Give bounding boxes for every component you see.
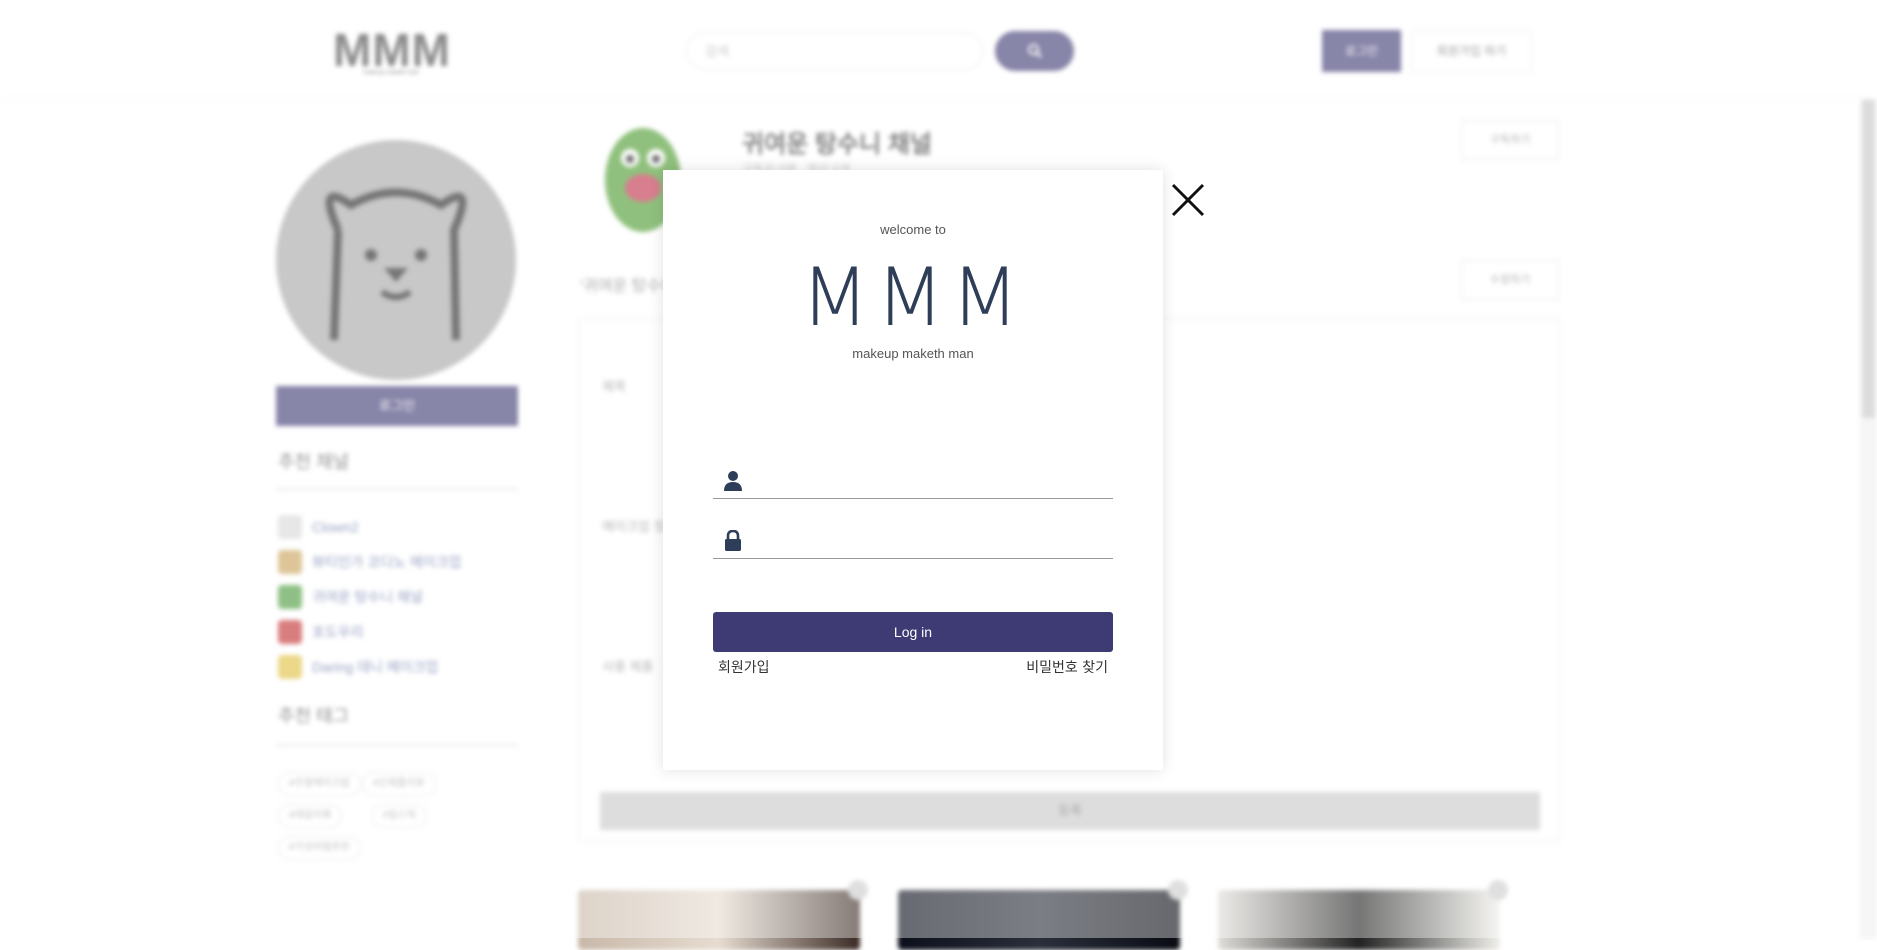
login-modal: welcome to MMM makeup maketh man Log in … — [663, 170, 1163, 770]
password-input[interactable] — [753, 522, 1113, 558]
username-input[interactable] — [753, 462, 1113, 498]
user-icon — [724, 471, 742, 491]
password-field[interactable] — [713, 522, 1113, 559]
find-password-link[interactable]: 비밀번호 찾기 — [1026, 657, 1108, 677]
modal-logo: MMM — [800, 251, 1026, 344]
modal-tagline: makeup maketh man — [852, 346, 974, 361]
login-button[interactable]: Log in — [713, 612, 1113, 652]
welcome-text: welcome to — [880, 222, 946, 237]
username-field[interactable] — [713, 462, 1113, 499]
close-icon[interactable] — [1168, 180, 1208, 220]
signup-link[interactable]: 회원가입 — [718, 657, 770, 677]
lock-icon — [725, 530, 741, 551]
